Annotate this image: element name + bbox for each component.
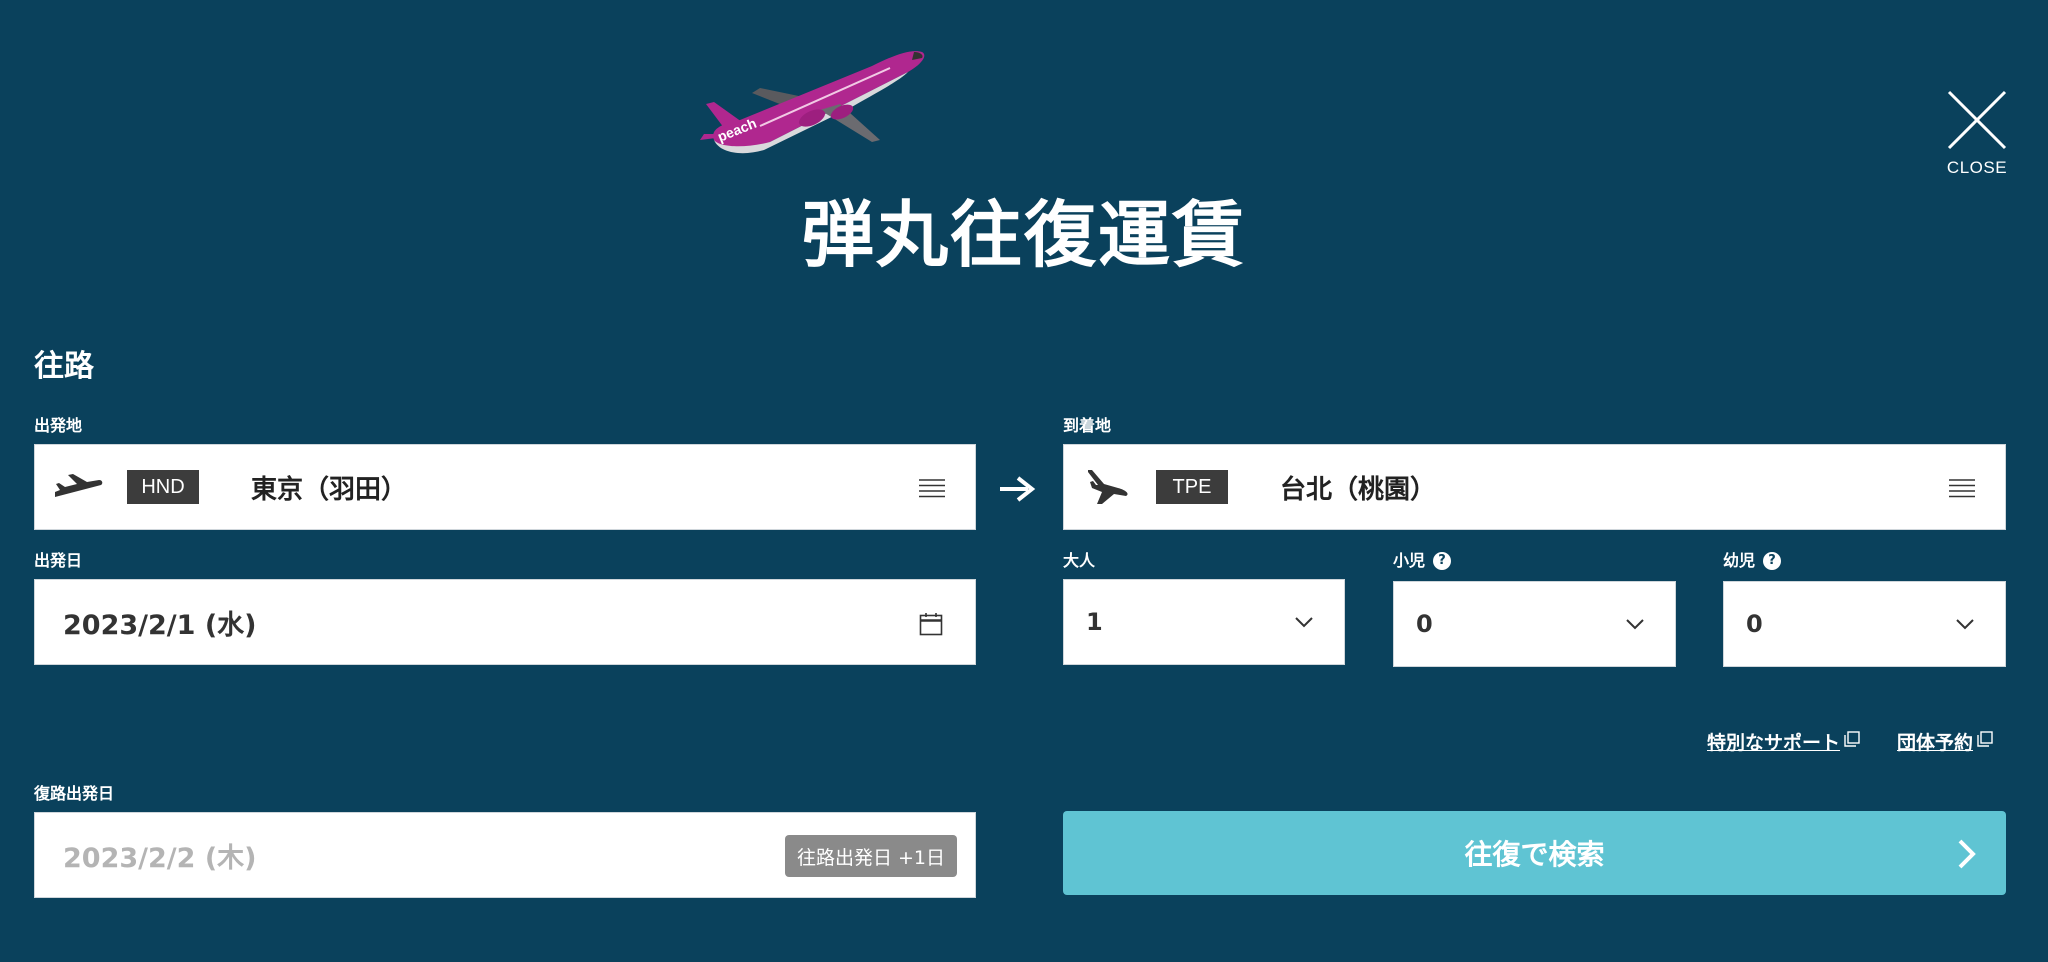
departure-label: 出発地 (34, 416, 82, 436)
arrival-airport-field[interactable]: TPE 台北（桃園） (1063, 444, 2006, 530)
child-label-text: 小児 (1393, 551, 1426, 570)
chevron-down-icon (1626, 619, 1644, 630)
special-support-label: 特別なサポート (1707, 732, 1841, 754)
landing-icon (1082, 467, 1132, 507)
adult-count-select[interactable]: 1 (1063, 579, 1345, 665)
arrival-airport-code: TPE (1156, 470, 1228, 504)
chevron-down-icon (1295, 617, 1313, 628)
group-booking-label: 団体予約 (1897, 732, 1974, 754)
arrow-right-icon (1000, 476, 1036, 502)
child-count-value: 0 (1416, 610, 1433, 638)
arrival-label-text: 到着地 (1063, 416, 1112, 435)
departure-airport-name: 東京（羽田） (251, 474, 408, 505)
departure-label-text: 出発地 (34, 416, 83, 435)
adult-label: 大人 (1063, 551, 1095, 571)
infant-label: 幼児 ? (1723, 551, 1782, 571)
help-icon[interactable]: ? (1433, 552, 1452, 570)
external-window-icon (1844, 730, 1860, 747)
adult-count-value: 1 (1086, 608, 1103, 636)
external-window-icon (1977, 730, 1993, 747)
chevron-down-icon (1956, 619, 1974, 630)
group-booking-link[interactable]: 団体予約 (1897, 728, 1993, 755)
return-date-field[interactable]: 2023/2/2 (木) 往路出発日 +1日 (34, 812, 976, 898)
departure-date-label-text: 出発日 (34, 551, 83, 570)
return-date-label: 復路出発日 (34, 784, 114, 804)
chevron-right-icon (1958, 839, 1976, 869)
help-icon[interactable]: ? (1763, 552, 1782, 570)
departure-date-value: 2023/2/1 (水) (63, 609, 257, 641)
arrival-label: 到着地 (1063, 416, 1111, 436)
calendar-icon (919, 613, 943, 636)
departure-date-field[interactable]: 2023/2/1 (水) (34, 579, 976, 665)
arrival-airport-name: 台北（桃園） (1280, 474, 1437, 505)
close-icon (1947, 90, 2007, 150)
round-trip-search-button[interactable]: 往復で検索 (1063, 811, 2006, 895)
return-date-value: 2023/2/2 (木) (63, 842, 257, 874)
list-menu-icon (1949, 479, 1975, 498)
special-support-link[interactable]: 特別なサポート (1707, 728, 1860, 755)
departure-airport-code: HND (127, 470, 199, 504)
takeoff-icon (53, 467, 103, 507)
infant-label-text: 幼児 (1723, 551, 1756, 570)
adult-label-text: 大人 (1063, 551, 1096, 570)
child-label: 小児 ? (1393, 551, 1452, 571)
infant-count-select[interactable]: 0 (1723, 581, 2006, 667)
departure-date-label: 出発日 (34, 551, 82, 571)
return-offset-badge: 往路出発日 +1日 (784, 835, 957, 877)
child-count-select[interactable]: 0 (1393, 581, 1676, 667)
close-button[interactable]: CLOSE (1942, 88, 2012, 184)
airplane-illustration: peach (700, 51, 925, 154)
return-date-label-text: 復路出発日 (34, 784, 115, 803)
list-menu-icon (919, 479, 945, 498)
infant-count-value: 0 (1746, 610, 1763, 638)
departure-airport-field[interactable]: HND 東京（羽田） (34, 444, 976, 530)
outbound-heading: 往路 (34, 349, 94, 384)
search-button-label: 往復で検索 (1464, 838, 1605, 871)
page-title: 弾丸往復運賃 (801, 193, 1246, 277)
close-label: CLOSE (1946, 158, 2008, 177)
